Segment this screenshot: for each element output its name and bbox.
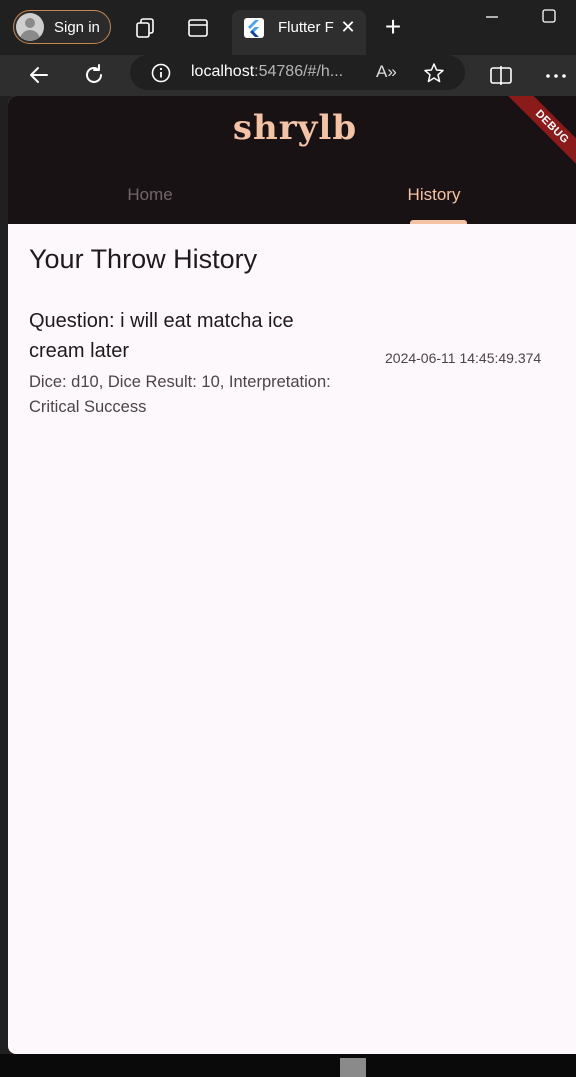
- url-host: localhost: [191, 63, 255, 80]
- browser-tab-active[interactable]: Flutter F ✕: [232, 10, 366, 55]
- browser-title-bar: Sign in Flutter F ✕ +: [0, 0, 576, 55]
- more-options-icon[interactable]: [542, 61, 570, 89]
- minimize-icon[interactable]: [484, 8, 500, 24]
- entry-timestamp: 2024-06-11 14:45:49.374: [385, 350, 542, 366]
- desktop-background-strip: [0, 1054, 576, 1077]
- vertical-tabs-icon[interactable]: [186, 16, 210, 40]
- page-title: Your Throw History: [29, 244, 258, 274]
- entry-question: Question: i will eat matcha ice cream la…: [29, 310, 294, 362]
- browser-toolbar: localhost:54786/#/h... A»: [0, 55, 576, 96]
- refresh-icon[interactable]: [80, 61, 108, 89]
- profile-avatar-icon: [16, 13, 44, 41]
- flutter-favicon-icon: [244, 18, 264, 38]
- history-list-item[interactable]: Question: i will eat matcha ice cream la…: [29, 306, 549, 420]
- close-tab-icon[interactable]: ✕: [338, 17, 358, 37]
- tab-history[interactable]: History: [292, 176, 576, 224]
- maximize-icon[interactable]: [541, 8, 557, 24]
- back-icon[interactable]: [25, 61, 53, 89]
- url-text[interactable]: localhost:54786/#/h...: [191, 63, 343, 81]
- sign-in-button[interactable]: Sign in: [13, 10, 111, 44]
- sign-in-label: Sign in: [54, 18, 100, 36]
- tab-home[interactable]: Home: [8, 176, 292, 224]
- workspaces-icon[interactable]: [133, 16, 157, 40]
- site-info-icon[interactable]: [150, 62, 172, 84]
- split-screen-icon[interactable]: [487, 61, 515, 89]
- tab-indicator: [410, 220, 467, 224]
- favorite-star-icon[interactable]: [422, 61, 446, 85]
- address-bar[interactable]: localhost:54786/#/h... A»: [130, 55, 465, 90]
- tab-bar: Home History: [8, 176, 576, 224]
- new-tab-icon[interactable]: +: [380, 13, 406, 41]
- desktop-element: [340, 1058, 366, 1077]
- app-bar: shrylb Home History DEBUG: [8, 96, 576, 224]
- url-path: :54786/#/h...: [254, 63, 344, 80]
- read-aloud-icon[interactable]: A»: [376, 62, 397, 82]
- entry-details: Dice: d10, Dice Result: 10, Interpretati…: [29, 373, 331, 416]
- tab-title: Flutter F: [278, 19, 334, 36]
- app-logo: shrylb: [232, 108, 358, 148]
- page-viewport: shrylb Home History DEBUG Your Throw His…: [8, 96, 576, 1054]
